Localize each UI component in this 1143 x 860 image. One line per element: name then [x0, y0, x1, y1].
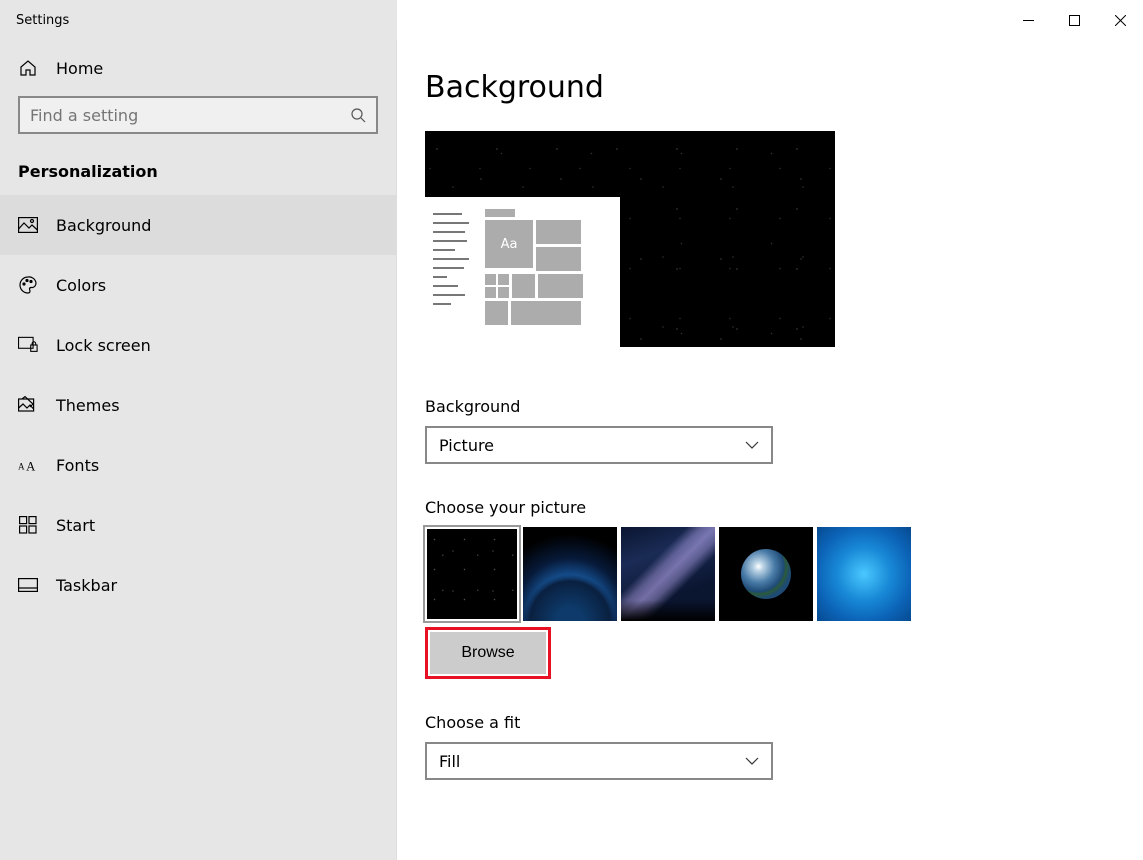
browse-highlight: Browse: [425, 627, 551, 679]
fit-dropdown[interactable]: Fill: [425, 742, 773, 780]
search-field[interactable]: [30, 106, 350, 125]
background-label: Background: [425, 397, 1115, 416]
sidebar-item-label: Taskbar: [56, 576, 117, 595]
choose-picture-label: Choose your picture: [425, 498, 1115, 517]
picture-icon: [18, 217, 38, 233]
thumb-earth[interactable]: [719, 527, 813, 621]
chevron-down-icon: [745, 757, 759, 765]
thumb-earth-horizon[interactable]: [523, 527, 617, 621]
picture-thumbnails: [425, 527, 1115, 621]
sidebar-item-colors[interactable]: Colors: [0, 255, 396, 315]
fit-value: Fill: [439, 752, 460, 771]
sidebar-item-label: Background: [56, 216, 151, 235]
home-label: Home: [56, 59, 103, 78]
sidebar-item-fonts[interactable]: A A Fonts: [0, 435, 396, 495]
desktop-preview: Aa: [425, 131, 835, 347]
background-dropdown[interactable]: Picture: [425, 426, 773, 464]
thumb-stars[interactable]: [425, 527, 519, 621]
minimize-button[interactable]: [1005, 0, 1051, 40]
close-button[interactable]: [1097, 0, 1143, 40]
thumb-milky-way[interactable]: [621, 527, 715, 621]
palette-icon: [18, 275, 38, 295]
browse-button[interactable]: Browse: [430, 632, 546, 674]
page-title: Background: [425, 70, 1115, 105]
sidebar-item-label: Lock screen: [56, 336, 151, 355]
home-icon: [18, 58, 38, 78]
taskbar-icon: [18, 578, 38, 592]
search-icon: [350, 107, 366, 123]
sidebar-item-label: Colors: [56, 276, 106, 295]
section-label: Personalization: [0, 152, 396, 195]
sidebar-item-label: Start: [56, 516, 95, 535]
sidebar-item-label: Fonts: [56, 456, 99, 475]
sidebar-item-lock-screen[interactable]: Lock screen: [0, 315, 396, 375]
home-button[interactable]: Home: [0, 40, 396, 96]
window-title: Settings: [16, 13, 69, 28]
svg-text:A: A: [26, 459, 36, 473]
fonts-icon: A A: [18, 457, 38, 473]
thumb-windows-default[interactable]: [817, 527, 911, 621]
search-input[interactable]: [18, 96, 378, 134]
sidebar-item-start[interactable]: Start: [0, 495, 396, 555]
sidebar-item-background[interactable]: Background: [0, 195, 396, 255]
content: Background Aa: [397, 40, 1143, 860]
preview-start-menu: Aa: [425, 197, 620, 347]
themes-icon: [18, 396, 38, 414]
maximize-button[interactable]: [1051, 0, 1097, 40]
start-icon: [18, 516, 38, 534]
svg-text:A: A: [18, 462, 25, 472]
fit-label: Choose a fit: [425, 713, 1115, 732]
sidebar-item-taskbar[interactable]: Taskbar: [0, 555, 396, 615]
lockscreen-icon: [18, 336, 38, 354]
sidebar-item-themes[interactable]: Themes: [0, 375, 396, 435]
sidebar-item-label: Themes: [56, 396, 120, 415]
sidebar: Home Personalization Backg: [0, 40, 397, 860]
background-value: Picture: [439, 436, 494, 455]
preview-tile-text: Aa: [485, 220, 533, 268]
chevron-down-icon: [745, 441, 759, 449]
